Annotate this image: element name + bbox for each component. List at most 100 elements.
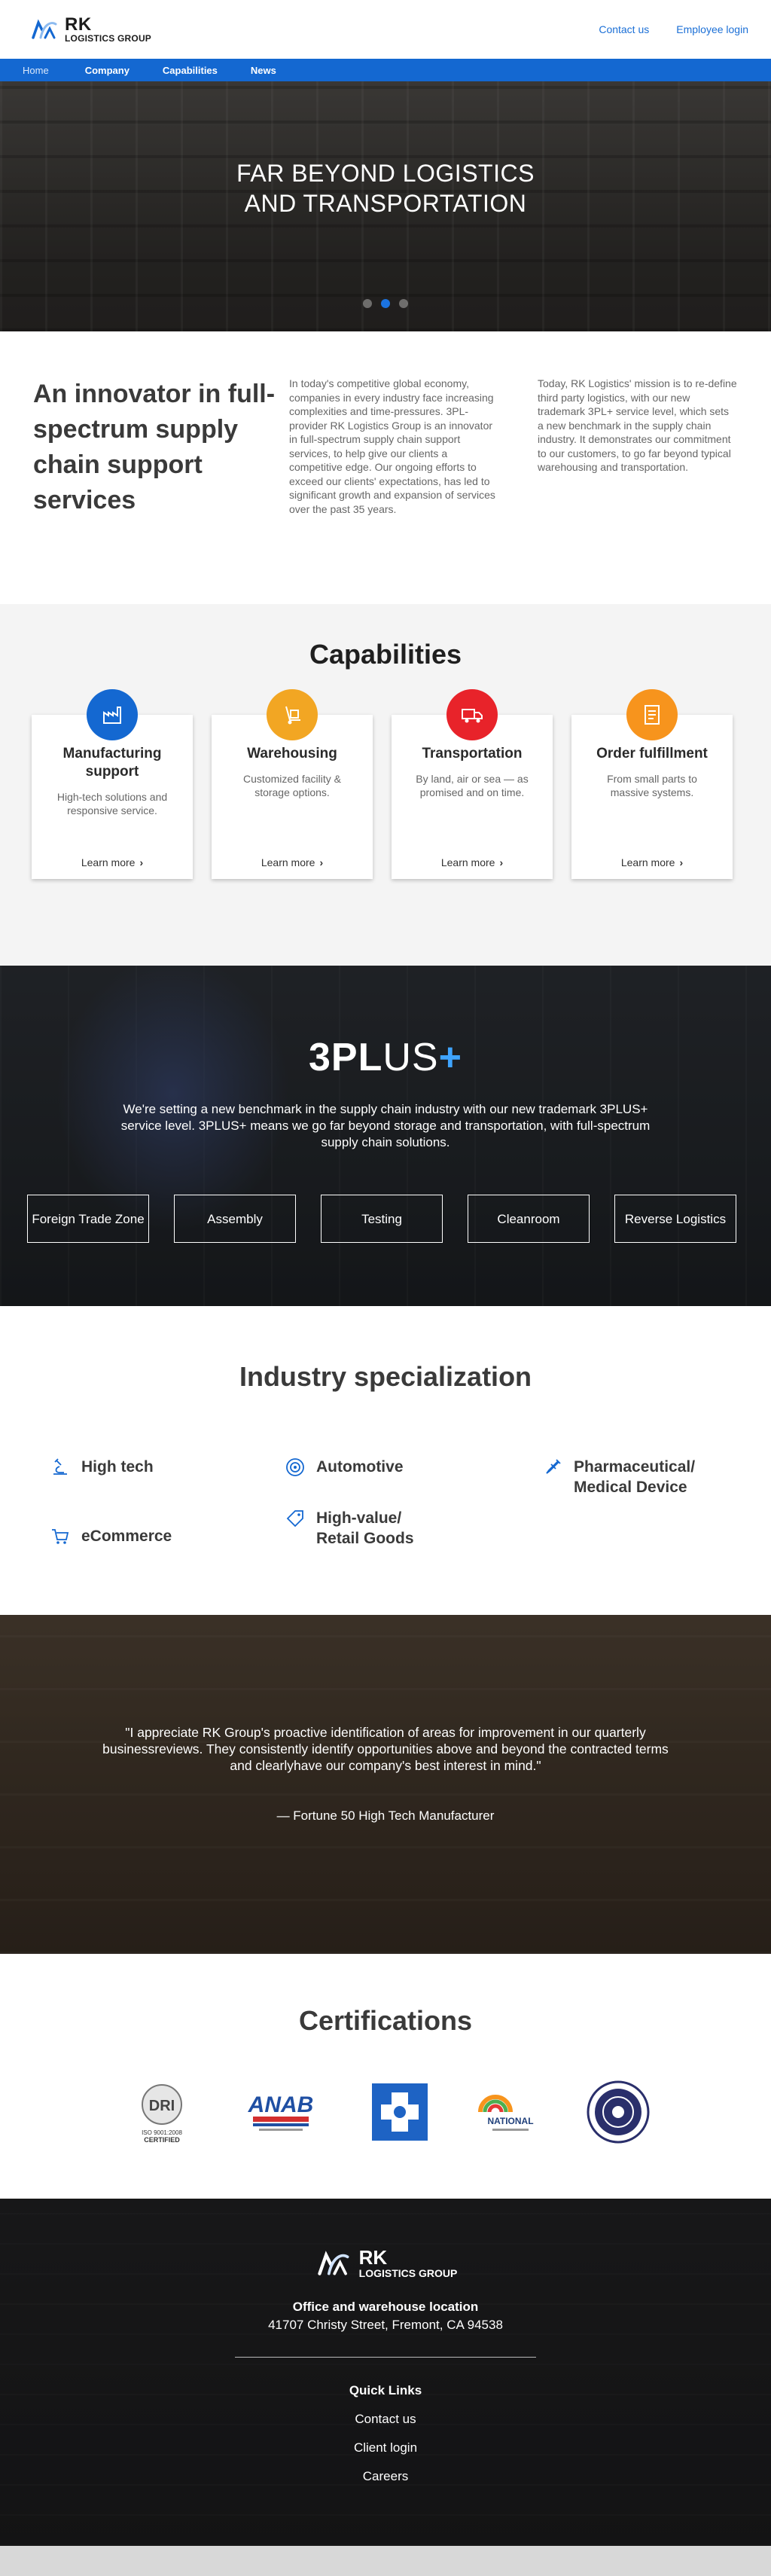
3plus-description: We're setting a new benchmark in the sup… — [120, 1102, 651, 1149]
capability-desc: By land, air or sea — as promised and on… — [416, 773, 529, 798]
chevron-right-icon: › — [499, 856, 504, 868]
capability-title: Warehousing — [247, 746, 337, 762]
capability-card-transportation[interactable]: Transportation By land, air or sea — as … — [392, 689, 553, 879]
industry-item-automotive[interactable]: Automotive — [285, 1457, 404, 1478]
bottom-strip — [0, 2546, 771, 2576]
quick-links-title: Quick Links — [349, 2383, 422, 2397]
tag-icon — [285, 1508, 306, 1529]
footer-brand-subname: LOGISTICS GROUP — [358, 2267, 458, 2279]
3plus-service-buttons: Foreign Trade Zone Assembly Testing Clea… — [0, 1195, 771, 1243]
brand-subname: LOGISTICS GROUP — [65, 33, 152, 44]
learn-more-link[interactable]: Learn more › — [32, 856, 193, 868]
capability-title: Order fulfillment — [596, 746, 708, 762]
site-header: RK LOGISTICS GROUP Contact us Employee l… — [0, 0, 771, 81]
capability-card-order-fulfillment[interactable]: Order fulfillment From small parts to ma… — [571, 689, 733, 879]
certifications-section: Certifications DRI ISO 9001:2008 CERTIFI… — [0, 1954, 771, 2199]
microscope-icon — [50, 1457, 71, 1478]
top-bar: RK LOGISTICS GROUP Contact us Employee l… — [0, 0, 771, 59]
hero-title: FAR BEYOND LOGISTICS AND TRANSPORTATION — [0, 158, 771, 218]
svg-text:DRI: DRI — [149, 2098, 175, 2114]
3plus-logo: 3PLUS+ — [309, 1036, 462, 1079]
hand-truck-icon — [267, 689, 318, 740]
office-address: 41707 Christy Street, Fremont, CA 94538 — [268, 2318, 503, 2332]
footer-client-login-link[interactable]: Client login — [0, 2440, 771, 2455]
testimonial-quote: "I appreciate RK Group's proactive ident… — [102, 1725, 669, 1773]
learn-more-link[interactable]: Learn more › — [571, 856, 733, 868]
nav-capabilities[interactable]: Capabilities — [163, 65, 218, 76]
carousel-dot[interactable] — [399, 299, 408, 308]
industry-item-ecommerce[interactable]: eCommerce — [50, 1526, 172, 1547]
nav-company[interactable]: Company — [85, 65, 130, 76]
seal-logo — [584, 2080, 652, 2147]
intro-section: An innovator in full-spectrum supply cha… — [0, 331, 771, 604]
capability-desc: From small parts to massive systems. — [607, 773, 697, 798]
chevron-right-icon: › — [319, 856, 324, 868]
truck-icon — [446, 689, 498, 740]
capabilities-section: Capabilities Manufacturing support High-… — [0, 604, 771, 966]
intro-heading: An innovator in full-spectrum supply cha… — [33, 380, 276, 514]
learn-more-link[interactable]: Learn more › — [212, 856, 373, 868]
capability-desc: High-tech solutions and responsive servi… — [56, 791, 168, 816]
capabilities-title: Capabilities — [309, 639, 462, 670]
svg-text:NATIONAL: NATIONAL — [487, 2116, 533, 2126]
brand-name: RK — [65, 14, 92, 35]
svg-text:ANAB: ANAB — [248, 2092, 314, 2117]
iso-9001-certified-logo: DRI ISO 9001:2008 CERTIFIED — [137, 2082, 187, 2149]
3plus-section: 3PLUS+ We're setting a new benchmark in … — [0, 966, 771, 1306]
factory-icon — [87, 689, 138, 740]
hero-banner: FAR BEYOND LOGISTICS AND TRANSPORTATION — [0, 81, 771, 331]
hero-title-line1: FAR BEYOND LOGISTICS — [236, 160, 535, 187]
assembly-button[interactable]: Assembly — [174, 1195, 296, 1243]
chevron-right-icon: › — [139, 856, 144, 868]
site-footer: RK LOGISTICS GROUP Office and warehouse … — [0, 2199, 771, 2546]
anab-logo: ANAB — [244, 2088, 318, 2144]
footer-brand-name: RK — [358, 2246, 388, 2269]
cart-icon — [50, 1526, 71, 1547]
footer-contact-link[interactable]: Contact us — [0, 2412, 771, 2427]
intro-paragraph-2: Today, RK Logistics' mission is to re-de… — [538, 377, 737, 473]
testimonial-source: — Fortune 50 High Tech Manufacturer — [276, 1808, 495, 1823]
intro-paragraph-1: In today's competitive global economy, c… — [289, 377, 495, 515]
chevron-right-icon: › — [679, 856, 684, 868]
industry-item-high-tech[interactable]: High tech — [50, 1457, 154, 1478]
svg-text:CERTIFIED: CERTIFIED — [144, 2136, 180, 2144]
cleanroom-button[interactable]: Cleanroom — [468, 1195, 590, 1243]
certifications-title: Certifications — [298, 2005, 473, 2036]
testimonial-section: "I appreciate RK Group's proactive ident… — [0, 1615, 771, 1954]
svg-text:ISO 9001:2008: ISO 9001:2008 — [142, 2129, 182, 2136]
syringe-icon — [542, 1457, 563, 1478]
industry-title: Industry specialization — [239, 1361, 532, 1392]
footer-logo[interactable]: RK LOGISTICS GROUP — [0, 2199, 771, 2283]
foreign-trade-zone-button[interactable]: Foreign Trade Zone — [27, 1195, 149, 1243]
carousel-dot[interactable] — [363, 299, 372, 308]
industry-section: Industry specialization High tech Automo… — [0, 1306, 771, 1615]
capability-desc: Customized facility & storage options. — [243, 773, 341, 798]
employee-login-link[interactable]: Employee login — [676, 23, 748, 35]
testing-button[interactable]: Testing — [321, 1195, 443, 1243]
nav-news[interactable]: News — [251, 65, 276, 76]
capability-title: Manufacturing support — [62, 746, 162, 780]
rk-logo-icon — [317, 2251, 349, 2275]
learn-more-link[interactable]: Learn more › — [392, 856, 553, 868]
rk-logo-icon — [32, 19, 57, 39]
contact-us-link[interactable]: Contact us — [599, 23, 649, 35]
capability-card-warehousing[interactable]: Warehousing Customized facility & storag… — [212, 689, 373, 879]
capability-card-manufacturing[interactable]: Manufacturing support High-tech solution… — [32, 689, 193, 879]
main-nav: Home Company Capabilities News — [0, 59, 771, 81]
carousel-dot-active[interactable] — [381, 299, 390, 308]
capability-title: Transportation — [422, 746, 523, 762]
footer-careers-link[interactable]: Careers — [0, 2469, 771, 2484]
logo[interactable]: RK LOGISTICS GROUP — [29, 14, 151, 45]
carousel-dots — [0, 299, 771, 308]
industry-item-pharmaceutical[interactable]: Pharmaceutical/ Medical Device — [542, 1457, 724, 1497]
order-list-icon — [626, 689, 678, 740]
reverse-logistics-button[interactable]: Reverse Logistics — [614, 1195, 736, 1243]
utility-links: Contact us Employee login — [599, 23, 748, 35]
nav-home[interactable]: Home — [23, 65, 49, 76]
office-label: Office and warehouse location — [292, 2300, 479, 2314]
national-msdc-logo: NATIONAL — [473, 2089, 541, 2143]
footer-divider — [235, 2357, 536, 2358]
industry-item-high-value[interactable]: High-value/ Retail Goods — [285, 1508, 437, 1549]
capability-cards: Manufacturing support High-tech solution… — [32, 689, 733, 879]
wheel-icon — [285, 1457, 306, 1478]
